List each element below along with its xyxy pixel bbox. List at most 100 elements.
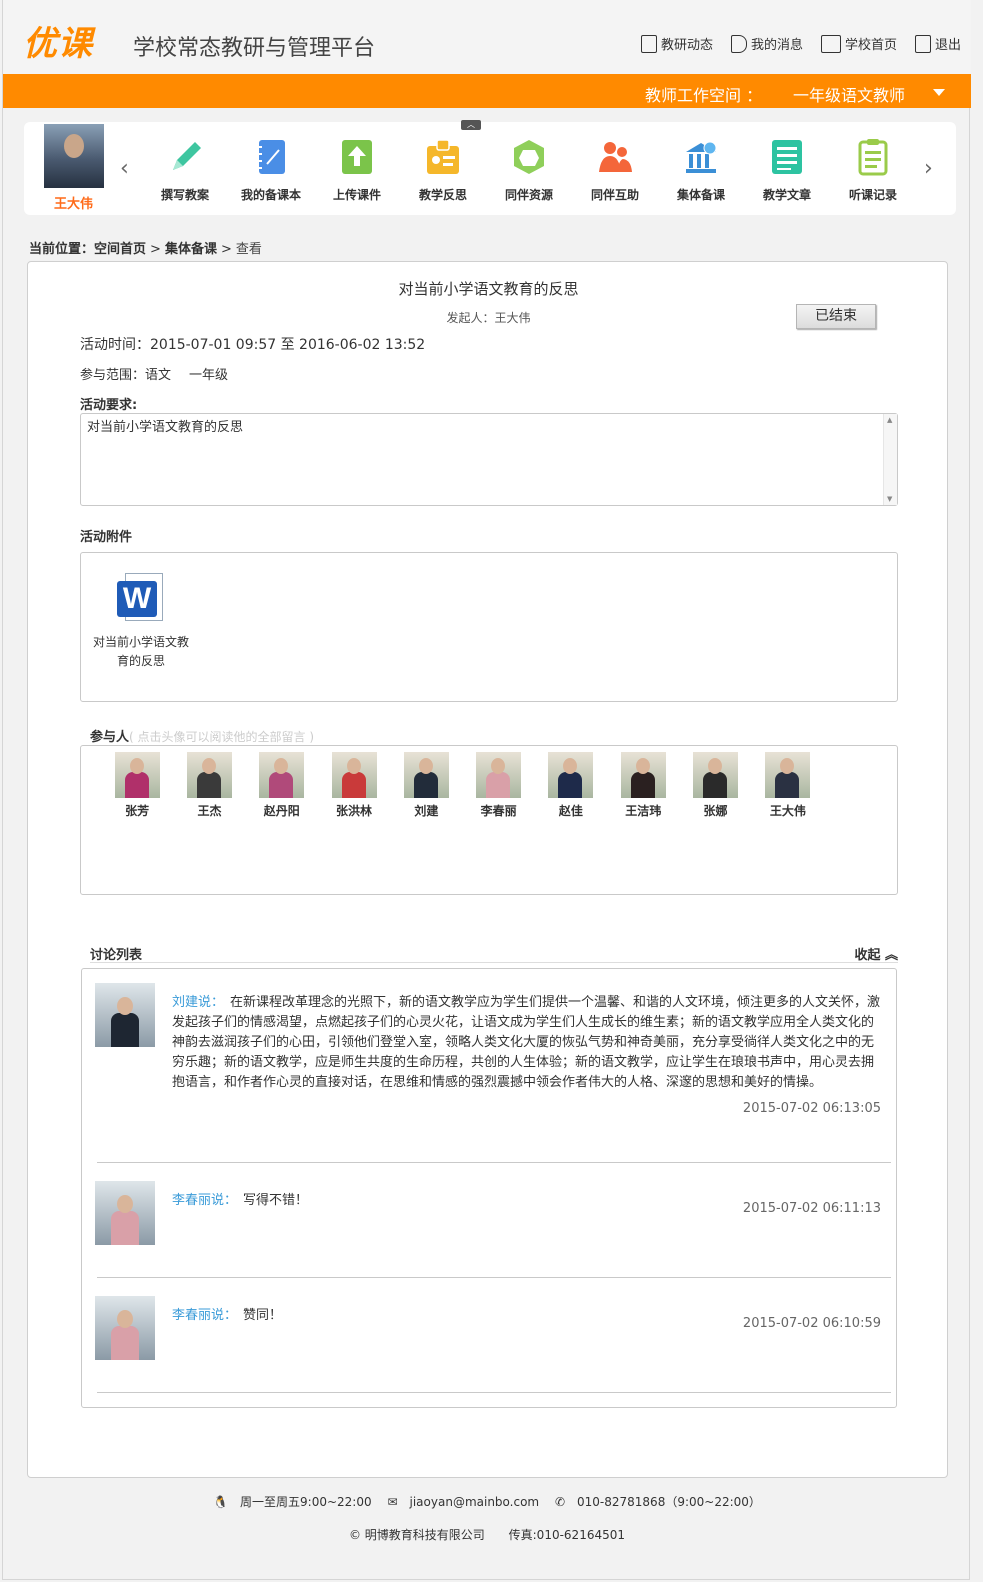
participant-name: 王杰 [197, 804, 222, 818]
user-avatar[interactable] [44, 124, 104, 188]
nav-logout[interactable]: 退出 [914, 34, 961, 53]
participant-name: 赵佳 [558, 804, 583, 818]
exit-door-icon [914, 34, 931, 53]
comment-author[interactable]: 刘建说： [172, 995, 224, 1010]
commenter-avatar[interactable] [95, 1296, 155, 1360]
tool-strip: ︿ 王大伟 ‹ 撰写教案 我的备课本 上传课件 教学反思 同伴资源 同伴互助 集… [24, 120, 956, 215]
footer-copyright: © 明博教育科技有限公司 [348, 1528, 485, 1542]
article-icon [769, 138, 805, 176]
comment-timestamp: 2015-07-02 06:11:13 [742, 1201, 881, 1216]
footer-hours: 周一至周五9:00~22:00 [240, 1495, 372, 1509]
activity-panel: 对当前小学语文教育的反思 发起人：王大伟 已结束 活动时间：2015-07-01… [27, 261, 948, 1478]
tool-my-lesson-book[interactable]: 我的备课本 [228, 138, 314, 203]
user-name[interactable]: 王大伟 [54, 193, 93, 212]
nav-school-home[interactable]: 学校首页 [820, 34, 897, 53]
tool-list: 撰写教案 我的备课本 上传课件 教学反思 同伴资源 同伴互助 集体备课 教学文章… [142, 138, 916, 203]
participant-avatar[interactable] [693, 752, 739, 798]
tool-label: 集体备课 [676, 188, 725, 202]
participant[interactable]: 张娜 [679, 752, 751, 819]
activity-scope: 参与范围：语文 一年级 [80, 364, 228, 383]
participant[interactable]: 张洪林 [318, 752, 390, 819]
collapse-discussion-button[interactable]: 收起 ︽ [854, 944, 898, 963]
participants-box: 张芳 王杰 赵丹阳 张洪林 刘建 李春丽 赵佳 王洁玮 张娜 王大伟 [80, 745, 898, 895]
comment-timestamp: 2015-07-02 06:10:59 [742, 1316, 881, 1331]
top-nav: 教研动态 我的消息 学校首页 退出 [640, 34, 961, 53]
tool-peer-help[interactable]: 同伴互助 [572, 138, 658, 203]
discussion-list: 刘建说： 在新课程改革理念的光照下，新的语文教学应为学生们提供一个温馨、和谐的人文… [81, 968, 897, 1408]
activity-title: 对当前小学语文教育的反思 [398, 280, 579, 298]
commenter-avatar[interactable] [95, 1181, 155, 1245]
participants-title: 参与人 [90, 730, 130, 745]
participant-name: 张芳 [125, 804, 150, 818]
participant[interactable]: 王大伟 [752, 752, 824, 819]
nav-logout-label: 退出 [934, 38, 961, 53]
nav-my-messages[interactable]: 我的消息 [730, 34, 803, 53]
hexagon-icon [511, 138, 547, 176]
workspace-role-select[interactable]: 一年级语文教师 [793, 82, 905, 106]
breadcrumb-current: 查看 [235, 242, 262, 257]
divider [90, 962, 898, 963]
participant[interactable]: 赵佳 [535, 752, 607, 819]
tool-peer-resources[interactable]: 同伴资源 [486, 138, 572, 203]
participant-avatar[interactable] [620, 752, 666, 798]
building-icon [820, 34, 841, 53]
collapse-toggle-icon[interactable]: ︿ [461, 120, 481, 130]
footer-phone: 010-82781868（9:00~22:00） [577, 1495, 761, 1509]
requirement-textarea[interactable]: 对当前小学语文教育的反思 [80, 413, 898, 506]
status-ended-button[interactable]: 已结束 [796, 304, 876, 329]
requirement-text: 对当前小学语文教育的反思 [87, 420, 244, 435]
breadcrumb: 当前位置：空间首页 > 集体备课 > 查看 [29, 238, 262, 257]
participant[interactable]: 刘建 [390, 752, 462, 819]
clipboard-icon [855, 138, 891, 176]
tool-group-lesson-prep[interactable]: 集体备课 [658, 138, 744, 203]
tool-lecture-records[interactable]: 听课记录 [830, 138, 916, 203]
participant-avatar[interactable] [331, 752, 377, 798]
comment-author[interactable]: 李春丽说： [172, 1308, 237, 1323]
participants-label: 参与人( 点击头像可以阅读他的全部留言 ) [90, 726, 314, 745]
footer-fax: 传真:010-62164501 [508, 1528, 625, 1542]
participant[interactable]: 赵丹阳 [246, 752, 318, 819]
footer-email[interactable]: jiaoyan@mainbo.com [410, 1495, 540, 1509]
participant-avatar[interactable] [765, 752, 811, 798]
participant-name: 张娜 [703, 804, 728, 818]
textarea-scrollbar[interactable] [883, 414, 897, 505]
youke-logo[interactable]: 优课 [23, 16, 93, 65]
chevron-left-icon[interactable]: ‹ [120, 156, 129, 181]
tool-teaching-reflection[interactable]: 教学反思 [400, 138, 486, 203]
participant-avatar[interactable] [186, 752, 232, 798]
divider [97, 1277, 891, 1278]
nav-research-news[interactable]: 教研动态 [640, 34, 713, 53]
nav-school-home-label: 学校首页 [844, 38, 897, 53]
participant[interactable]: 李春丽 [462, 752, 534, 819]
tool-write-lesson-plan[interactable]: 撰写教案 [142, 138, 228, 203]
participant-avatar[interactable] [259, 752, 305, 798]
tool-label: 听课记录 [848, 188, 897, 202]
reflection-card-icon [425, 138, 461, 176]
divider [97, 1392, 891, 1393]
collapse-label: 收起 [854, 948, 881, 963]
breadcrumb-item-home[interactable]: 空间首页 [94, 242, 146, 257]
participant-avatar[interactable] [114, 752, 160, 798]
participant[interactable]: 王洁玮 [607, 752, 679, 819]
participant-avatar[interactable] [476, 752, 522, 798]
comment-text: 刘建说： 在新课程改革理念的光照下，新的语文教学应为学生们提供一个温馨、和谐的人文… [172, 993, 882, 1093]
tool-upload-courseware[interactable]: 上传课件 [314, 138, 400, 203]
commenter-avatar[interactable] [95, 983, 155, 1047]
workspace-label: 教师工作空间 ： [645, 86, 763, 105]
breadcrumb-item-group-prep[interactable]: 集体备课 [165, 242, 217, 257]
participant[interactable]: 张芳 [101, 752, 173, 819]
tool-label: 撰写教案 [160, 188, 209, 202]
comment-author[interactable]: 李春丽说： [172, 1193, 237, 1208]
tool-teaching-articles[interactable]: 教学文章 [744, 138, 830, 203]
participant[interactable]: 王杰 [173, 752, 245, 819]
chevron-right-icon[interactable]: › [924, 156, 933, 181]
attachment-file[interactable]: W 对当前小学语文教育的反思 [89, 573, 193, 671]
attachment-label: 活动附件 [80, 530, 133, 545]
mail-icon: ✉ [387, 1495, 398, 1509]
comment-body: 在新课程改革理念的光照下，新的语文教学应为学生们提供一个温馨、和谐的人文环境，倾… [172, 995, 881, 1090]
participant-avatar[interactable] [548, 752, 594, 798]
chevron-down-icon[interactable] [933, 89, 945, 96]
participant-avatar[interactable] [403, 752, 449, 798]
participant-name: 王洁玮 [625, 804, 662, 818]
comment-body: 赞同！ [243, 1308, 283, 1323]
